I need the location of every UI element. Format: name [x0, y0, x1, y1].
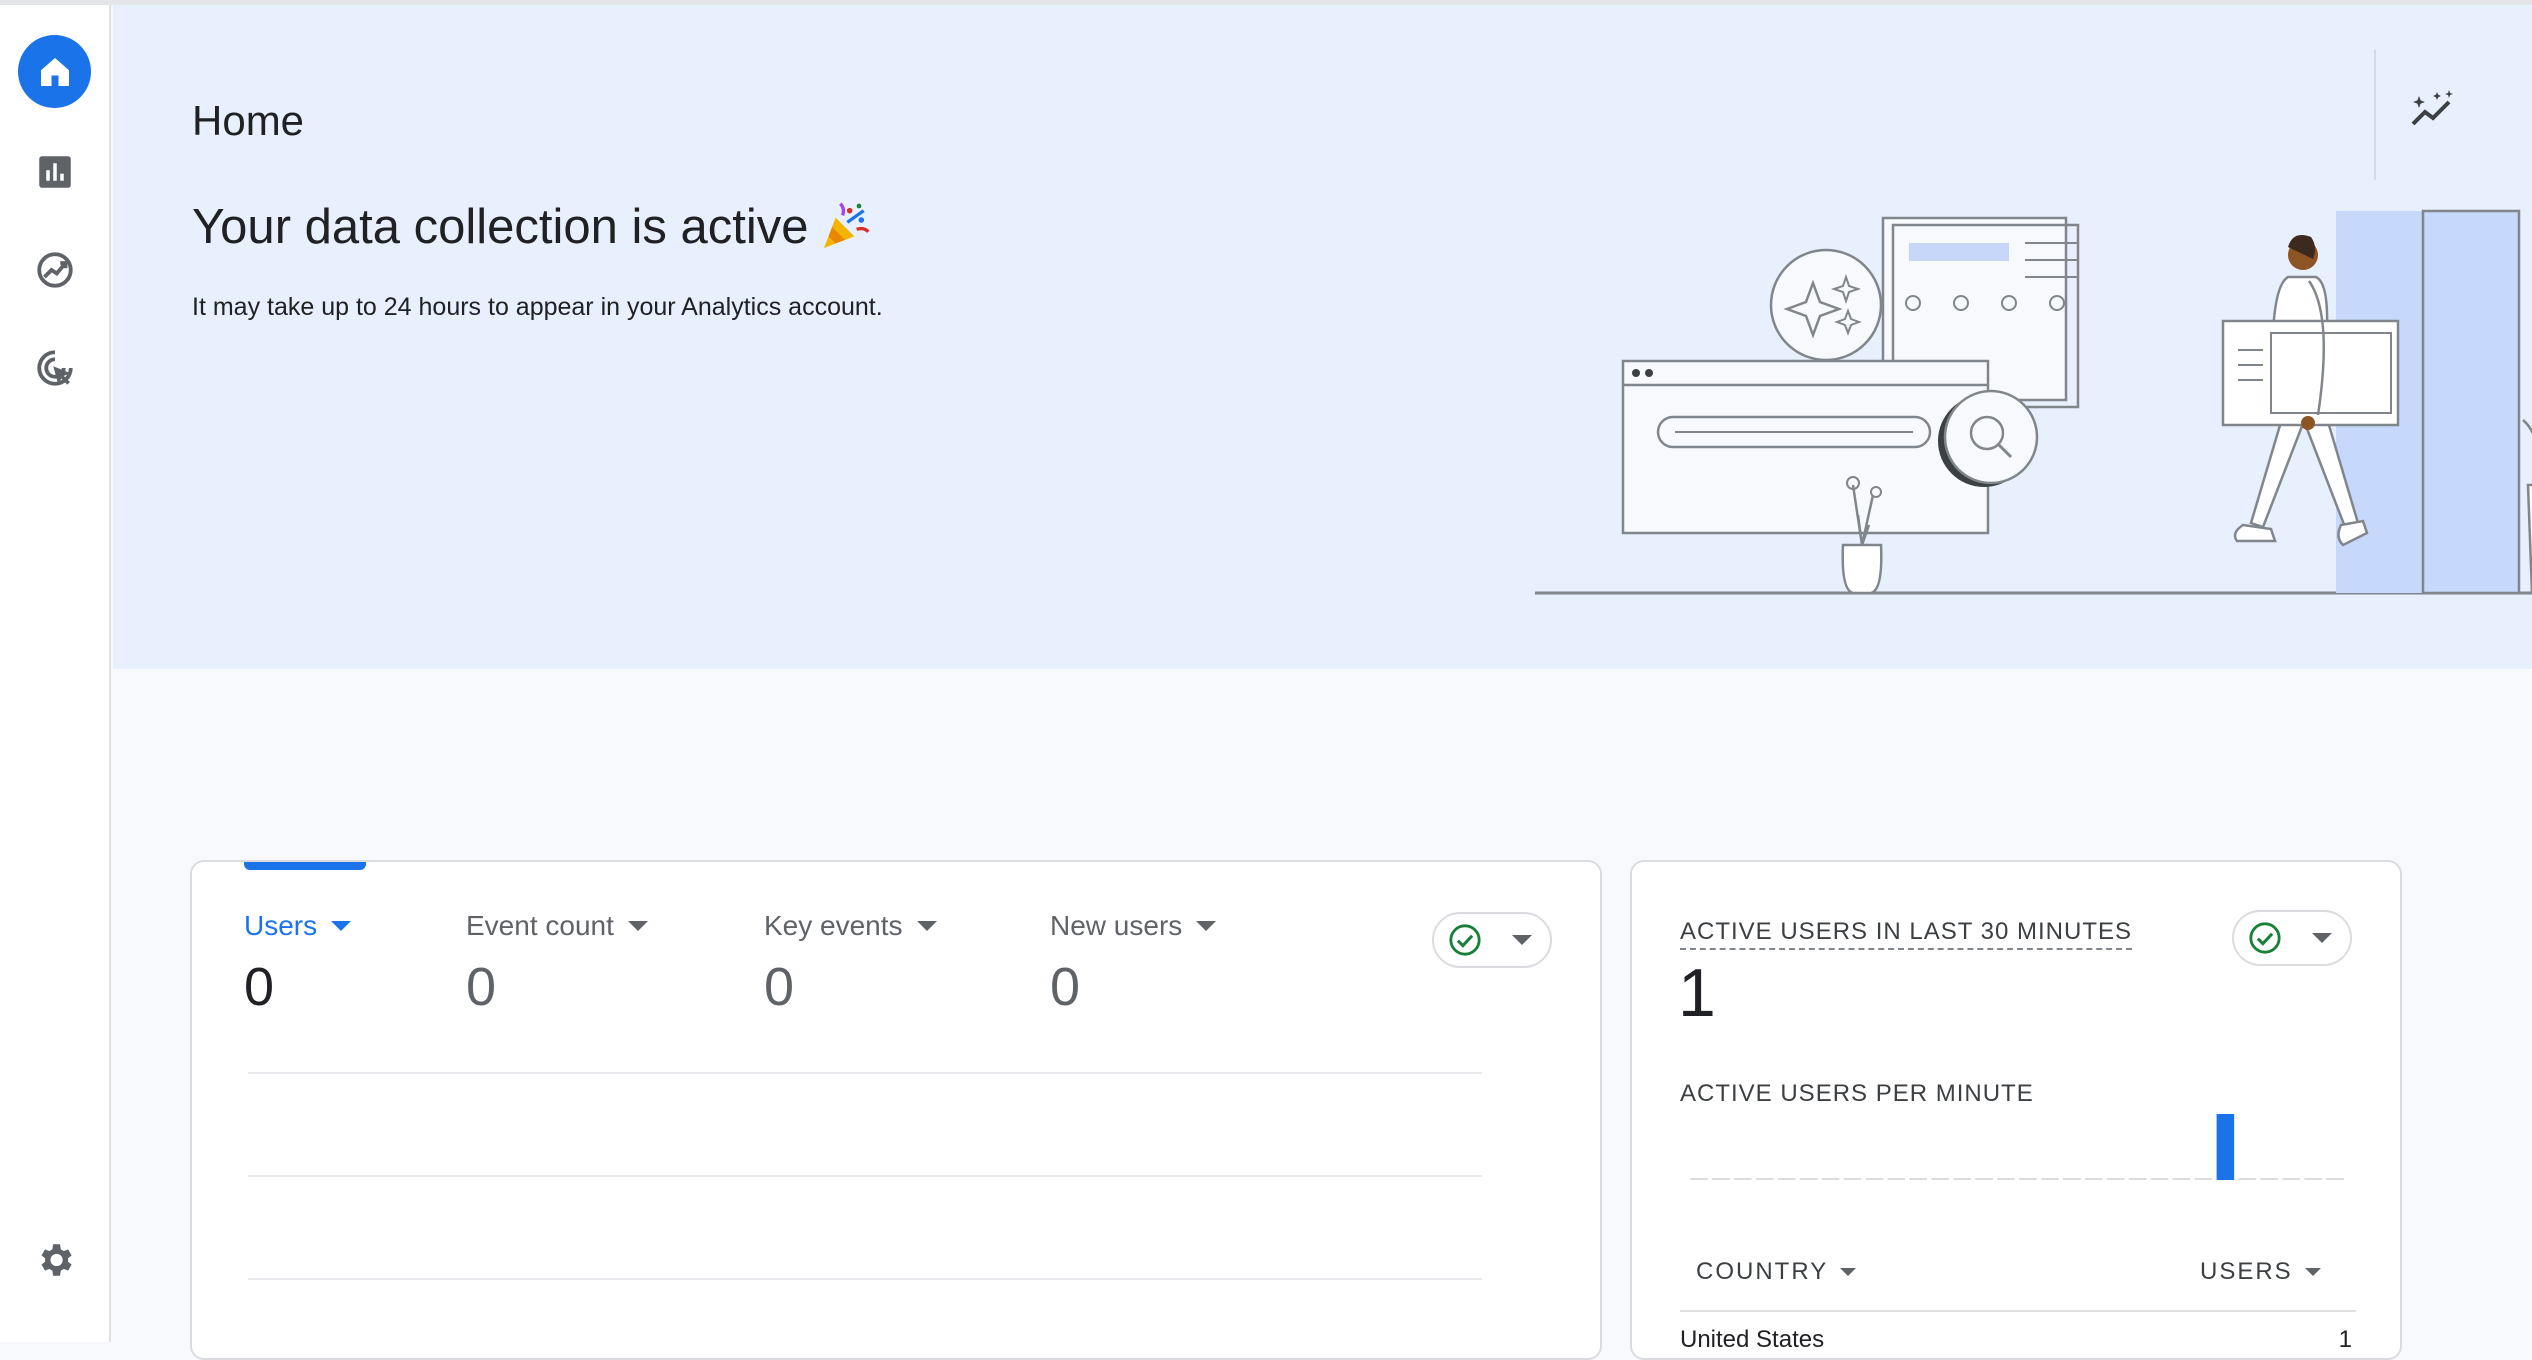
- chart-bar-empty[interactable]: [1953, 1178, 1971, 1180]
- table-cell-country: United States: [1680, 1326, 1825, 1353]
- bar-chart-icon: [38, 155, 71, 188]
- realtime-title[interactable]: ACTIVE USERS IN LAST 30 MINUTES: [1680, 918, 2132, 950]
- hero-subtext: It may take up to 24 hours to appear in …: [192, 293, 883, 321]
- chart-gridline: [248, 1175, 1482, 1177]
- per-minute-label: ACTIVE USERS PER MINUTE: [1680, 1080, 2034, 1107]
- chart-bar-empty[interactable]: [1821, 1178, 1840, 1180]
- metric-label: New users: [1050, 910, 1183, 941]
- metric-value: 0: [244, 957, 275, 1017]
- table-divider: [1680, 1310, 2356, 1312]
- metric-event-count-label-row: Event count: [466, 910, 648, 942]
- dropdown-caret-icon: [1196, 921, 1217, 931]
- overview-card: Users 0 Event count 0 Key events 0 New u…: [190, 860, 1602, 1360]
- metric-new-users[interactable]: New users 0: [1050, 910, 1217, 1018]
- nav-home[interactable]: [18, 35, 91, 108]
- party-popper-icon: [823, 202, 869, 248]
- metric-label: Event count: [466, 910, 614, 941]
- dropdown-caret-icon: [1512, 935, 1532, 945]
- nav-reports[interactable]: [18, 135, 91, 208]
- column-header-country[interactable]: COUNTRY: [1696, 1258, 1857, 1286]
- metric-value: 0: [1050, 957, 1081, 1017]
- nav-admin[interactable]: [18, 1223, 91, 1296]
- hero-heading-text: Your data collection is active: [192, 200, 809, 254]
- sort-caret-icon: [2304, 1268, 2321, 1276]
- chart-bar-empty[interactable]: [2106, 1178, 2125, 1180]
- advertising-target-icon: [36, 349, 73, 386]
- metric-value: 0: [466, 957, 497, 1017]
- chart-bar-empty[interactable]: [1690, 1178, 1708, 1180]
- dropdown-caret-icon: [627, 921, 648, 931]
- chart-gridline: [248, 1278, 1482, 1280]
- chart-gridline: [248, 1072, 1482, 1074]
- check-circle-icon: [1449, 924, 1481, 956]
- sort-caret-icon: [1840, 1268, 1857, 1276]
- metric-key-events-label-row: Key events: [764, 910, 937, 942]
- metric-label: Key events: [764, 910, 903, 941]
- chart-bar-empty[interactable]: [1865, 1178, 1884, 1180]
- metric-value: 0: [764, 957, 795, 1017]
- gear-icon: [41, 1243, 72, 1276]
- chart-bar-empty[interactable]: [1777, 1178, 1796, 1180]
- active-tab-indicator: [244, 862, 366, 870]
- chart-bar-empty[interactable]: [1909, 1178, 1928, 1180]
- column-label: COUNTRY: [1696, 1258, 1829, 1285]
- explore-trend-icon: [36, 251, 73, 288]
- header-divider: [2374, 50, 2376, 180]
- chart-bar-empty[interactable]: [2172, 1178, 2191, 1180]
- chart-bar-empty[interactable]: [2304, 1178, 2322, 1180]
- chart-bar-empty[interactable]: [2041, 1178, 2059, 1180]
- column-label: USERS: [2200, 1258, 2293, 1285]
- column-header-users[interactable]: USERS: [2200, 1258, 2321, 1286]
- chart-bar-empty[interactable]: [2063, 1178, 2081, 1180]
- chart-bar-empty[interactable]: [2128, 1178, 2147, 1180]
- insights-button[interactable]: [2383, 60, 2483, 160]
- chart-bar-empty[interactable]: [1997, 1178, 2015, 1180]
- chart-bar-empty[interactable]: [2260, 1178, 2279, 1180]
- chart-bar-empty[interactable]: [1755, 1178, 1774, 1180]
- hero-heading: Your data collection is active: [192, 199, 873, 255]
- left-nav-rail: [0, 5, 111, 1342]
- chart-bar-empty[interactable]: [2326, 1178, 2344, 1180]
- check-circle-icon: [2249, 922, 2281, 954]
- dropdown-caret-icon: [2312, 933, 2332, 943]
- chart-bar-empty[interactable]: [1975, 1178, 1993, 1180]
- table-cell-users: 1: [2338, 1326, 2352, 1353]
- nav-advertising[interactable]: [18, 331, 91, 404]
- realtime-card: ACTIVE USERS IN LAST 30 MINUTES 1 ACTIVE…: [1630, 860, 2402, 1360]
- metric-key-events[interactable]: Key events 0: [764, 910, 937, 1018]
- realtime-status-dropdown[interactable]: [2232, 910, 2352, 966]
- insights-sparkle-icon: [2411, 90, 2453, 126]
- metric-event-count[interactable]: Event count 0: [466, 910, 648, 1018]
- chart-bar-empty[interactable]: [1799, 1178, 1818, 1180]
- dropdown-caret-icon: [331, 921, 352, 931]
- dropdown-caret-icon: [916, 921, 937, 931]
- page-title: Home: [192, 97, 305, 144]
- active-users-count: 1: [1678, 955, 1716, 1031]
- chart-bar[interactable]: [2216, 1114, 2235, 1180]
- metric-label: Users: [244, 910, 318, 941]
- hero-banner: Home Your data collection is active It m…: [113, 5, 2532, 669]
- active-users-per-minute-chart: [1690, 1114, 2344, 1180]
- home-icon: [40, 57, 69, 86]
- metric-users-label-row: Users: [244, 910, 352, 942]
- chart-bar-empty[interactable]: [2194, 1178, 2213, 1180]
- chart-bar-empty[interactable]: [2084, 1178, 2103, 1180]
- nav-explore[interactable]: [18, 233, 91, 306]
- chart-bar-empty[interactable]: [2150, 1178, 2169, 1180]
- chart-bar-empty[interactable]: [1931, 1178, 1950, 1180]
- chart-bar-empty[interactable]: [2282, 1178, 2300, 1180]
- metric-new-users-label-row: New users: [1050, 910, 1217, 942]
- chart-bar-empty[interactable]: [1887, 1178, 1906, 1180]
- hero-illustration: [1535, 209, 2532, 595]
- chart-bar-empty[interactable]: [2019, 1178, 2037, 1180]
- data-status-dropdown[interactable]: [1432, 912, 1552, 968]
- chart-bar-empty[interactable]: [1712, 1178, 1730, 1180]
- chart-bar-empty[interactable]: [1843, 1178, 1862, 1180]
- chart-bar-empty[interactable]: [2238, 1178, 2257, 1180]
- metric-users[interactable]: Users 0: [244, 910, 352, 1018]
- chart-bar-empty[interactable]: [1734, 1178, 1752, 1180]
